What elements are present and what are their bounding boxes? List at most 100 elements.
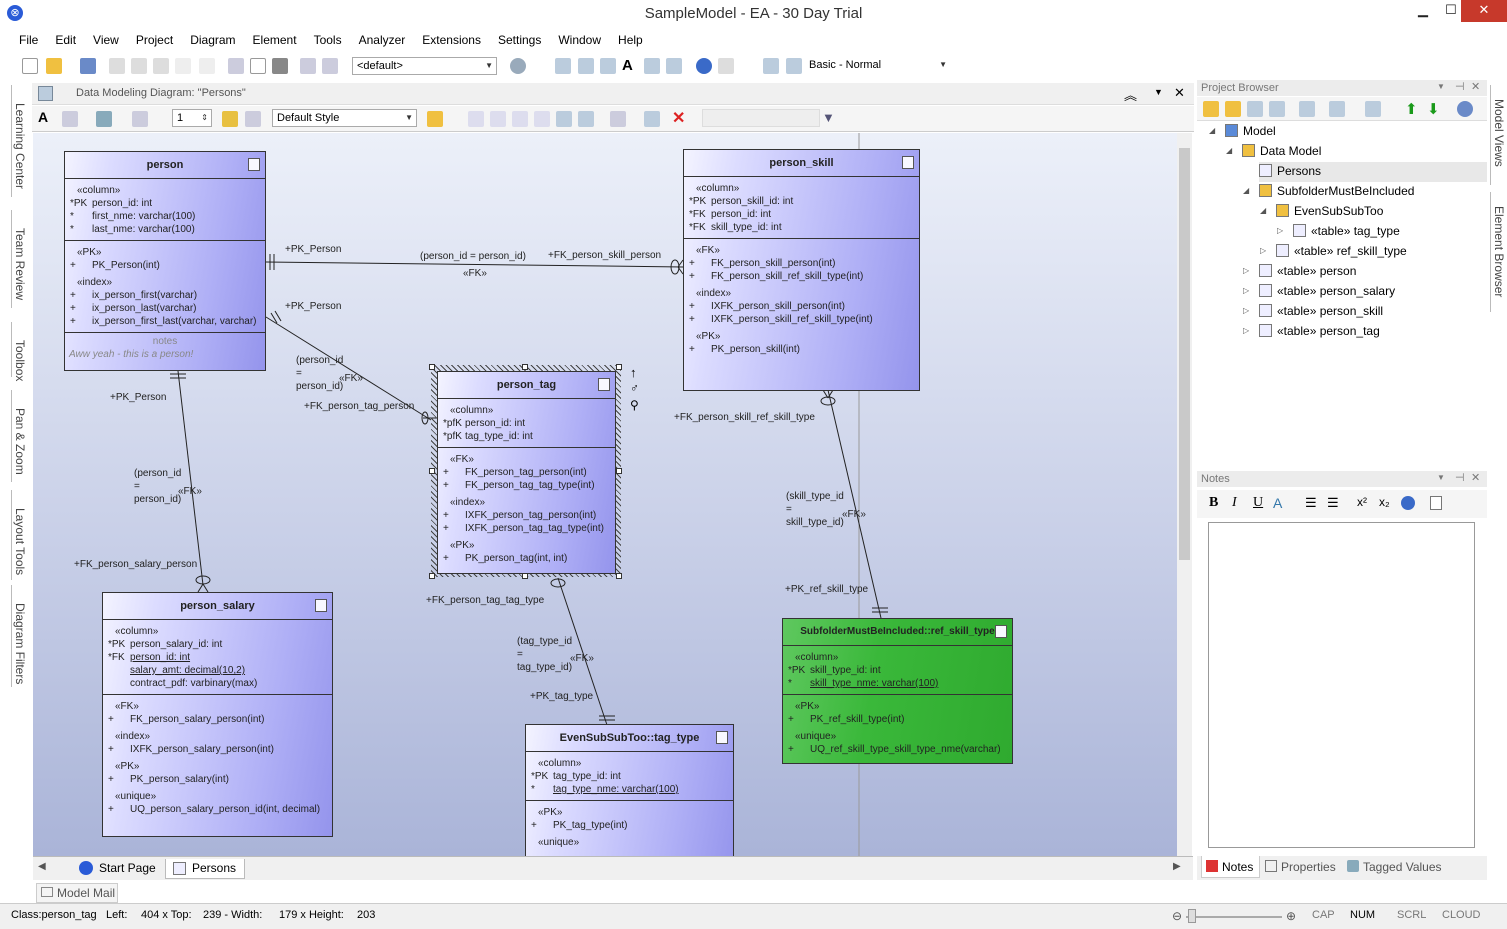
undo-icon[interactable] — [175, 58, 191, 74]
menu-diagram[interactable]: Diagram — [181, 30, 243, 47]
table-icon[interactable] — [578, 58, 594, 74]
resize-handle[interactable] — [616, 573, 622, 579]
tab-model-views[interactable]: Model Views — [1490, 85, 1506, 185]
new-diagram-icon[interactable] — [1247, 101, 1263, 117]
italic-icon[interactable]: I — [1232, 495, 1237, 511]
menu-tools[interactable]: Tools — [305, 30, 350, 47]
subscript-icon[interactable]: x₂ — [1379, 495, 1390, 509]
diagram-canvas[interactable]: +PK_Person (person_id = person_id) «FK» … — [33, 133, 1177, 856]
pin-icon[interactable]: ⊣ — [1455, 80, 1465, 93]
close-panel-icon[interactable]: ✕ — [1471, 80, 1480, 93]
bold-icon[interactable]: B — [1209, 495, 1218, 511]
hyperlink-icon[interactable] — [1401, 496, 1415, 510]
locate-icon[interactable] — [1299, 101, 1315, 117]
new-element-icon[interactable] — [1269, 101, 1285, 117]
tree-node-person[interactable]: ▷ «table» person — [1243, 262, 1356, 282]
save-icon[interactable] — [80, 58, 96, 74]
numbered-list-icon[interactable]: ☰ — [1327, 495, 1339, 511]
cut-icon[interactable] — [109, 58, 125, 74]
delete-icon[interactable]: ✕ — [672, 108, 688, 127]
entity-ref-skill-type[interactable]: SubfolderMustBeIncluded::ref_skill_type … — [782, 618, 1013, 764]
menu-window[interactable]: Window — [549, 30, 609, 47]
bullets-icon[interactable] — [666, 58, 682, 74]
model-mail-tab[interactable]: Model Mail — [36, 883, 118, 903]
tab-learning-center[interactable]: Learning Center — [11, 85, 27, 197]
entity-person[interactable]: person «column» *PK person_id: int * first… — [64, 151, 266, 371]
paste-icon[interactable] — [153, 58, 169, 74]
tab-tagged-values[interactable]: Tagged Values — [1343, 856, 1448, 878]
align-right-icon[interactable] — [490, 111, 506, 127]
link-icon[interactable]: ♂ — [630, 381, 639, 395]
tab-pan-zoom[interactable]: Pan & Zoom — [11, 390, 27, 482]
line-width-input[interactable]: 1 ⇕ — [172, 109, 212, 127]
line-icon[interactable] — [718, 58, 734, 74]
align-bottom-icon[interactable] — [534, 111, 550, 127]
list-icon[interactable] — [644, 58, 660, 74]
tab-layout-tools[interactable]: Layout Tools — [11, 490, 27, 580]
new-view-icon[interactable] — [1225, 101, 1241, 117]
layout-icon[interactable] — [763, 58, 779, 74]
zoom-slider[interactable] — [1186, 916, 1282, 918]
grid-icon[interactable] — [600, 58, 616, 74]
tree-node-person-tag[interactable]: ▷ «table» person_tag — [1243, 322, 1380, 342]
close-panel-icon[interactable]: ✕ — [1471, 471, 1480, 484]
style-select[interactable]: Default Style ▼ — [272, 109, 417, 127]
move-up-icon[interactable]: ↑ — [630, 365, 637, 380]
redo-icon[interactable] — [199, 58, 215, 74]
tab-scroll-right-icon[interactable]: ▶ — [1173, 861, 1181, 872]
globe-icon[interactable] — [696, 58, 712, 74]
entity-person-salary[interactable]: person_salary «column» *PK person_salary_… — [102, 592, 333, 837]
tree-node-ref-skill-type[interactable]: ▷ «table» ref_skill_type — [1260, 242, 1407, 262]
collapse-icon[interactable]: ▷ — [1243, 302, 1249, 320]
tab-start-page[interactable]: Start Page — [73, 859, 164, 879]
tree-node-model[interactable]: ◢ Model — [1209, 122, 1276, 142]
menu-analyzer[interactable]: Analyzer — [350, 30, 414, 47]
bullet-list-icon[interactable]: ☰ — [1305, 495, 1317, 511]
zoom-in-icon[interactable]: ⊕ — [1286, 909, 1296, 923]
font-icon[interactable]: A — [38, 109, 54, 125]
collapse-icon[interactable]: ▷ — [1260, 242, 1266, 260]
pin-icon[interactable]: ⊣ — [1455, 471, 1465, 484]
entity-person-tag[interactable]: person_tag «column» *pfK person_id: int *… — [437, 371, 616, 574]
properties-icon[interactable] — [644, 111, 660, 127]
notes-editor[interactable] — [1208, 522, 1475, 848]
resize-handle[interactable] — [429, 468, 435, 474]
move-up-arrow-icon[interactable]: ⬆ — [1405, 100, 1421, 118]
tab-diagram-filters[interactable]: Diagram Filters — [11, 585, 27, 687]
find-icon[interactable] — [228, 58, 244, 74]
line-color-icon[interactable] — [132, 111, 148, 127]
tab-toolbox[interactable]: Toolbox — [11, 322, 27, 381]
preview-icon[interactable] — [300, 58, 316, 74]
same-size-icon[interactable] — [556, 111, 572, 127]
eyedropper-icon[interactable] — [245, 111, 261, 127]
expand-icon[interactable]: ◢ — [1260, 202, 1266, 220]
superscript-icon[interactable]: x² — [1357, 495, 1367, 509]
format-painter-icon[interactable] — [222, 111, 238, 127]
tree-node-evensubsubtoo[interactable]: ◢ EvenSubSubToo — [1260, 202, 1383, 222]
diagram-icon[interactable] — [555, 58, 571, 74]
move-down-arrow-icon[interactable]: ⬇ — [1427, 100, 1443, 118]
menu-edit[interactable]: Edit — [46, 30, 84, 47]
menu-help[interactable]: Help — [609, 30, 651, 47]
target-icon[interactable] — [510, 58, 526, 74]
collapse-icon[interactable]: ︽ — [1124, 85, 1137, 104]
resize-handle[interactable] — [522, 573, 528, 579]
tab-team-review[interactable]: Team Review — [11, 210, 27, 308]
help-icon[interactable] — [1457, 101, 1473, 117]
document-icon[interactable] — [1430, 496, 1442, 510]
theme-icon[interactable] — [427, 111, 443, 127]
fill-color-icon[interactable] — [96, 111, 112, 127]
workspace-icon[interactable] — [786, 58, 802, 74]
align-left-icon[interactable] — [468, 111, 484, 127]
collapse-icon[interactable]: ▷ — [1243, 262, 1249, 280]
new-package-icon[interactable] — [1203, 101, 1219, 117]
menu-file[interactable]: File — [10, 30, 46, 47]
resize-handle[interactable] — [616, 364, 622, 370]
panel-menu-icon[interactable]: ▼ — [1437, 82, 1445, 91]
page-icon[interactable] — [250, 58, 266, 74]
tree-node-persons[interactable]: Persons — [1259, 162, 1487, 182]
collapse-icon[interactable]: ▷ — [1277, 222, 1283, 240]
resize-handle[interactable] — [616, 468, 622, 474]
perspective-select[interactable]: <default> ▼ — [352, 57, 497, 75]
zoom-out-icon[interactable]: ⊖ — [1172, 909, 1182, 923]
